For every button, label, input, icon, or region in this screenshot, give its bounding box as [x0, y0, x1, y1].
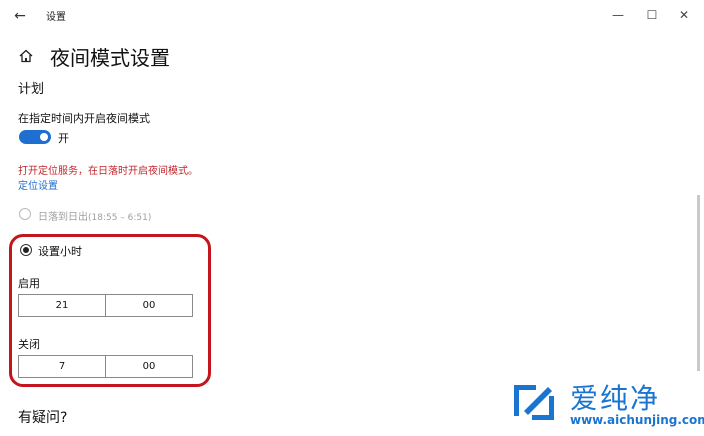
help-title: 有疑问? — [18, 410, 68, 426]
maximize-button[interactable]: ☐ — [638, 4, 666, 26]
radio-set-hours[interactable] — [20, 244, 32, 256]
start-time-picker[interactable]: 21 00 — [18, 294, 193, 317]
home-icon[interactable] — [18, 48, 34, 64]
watermark: 爱纯净 www.aichunjing.com — [492, 371, 704, 436]
minimize-button[interactable]: — — [604, 4, 632, 26]
section-title-schedule: 计划 — [18, 82, 45, 97]
toggle-knob — [40, 133, 48, 141]
title-bar: ← 设置 — ☐ ✕ — [0, 0, 704, 32]
end-minute[interactable]: 00 — [105, 356, 192, 377]
watermark-url: www.aichunjing.com — [570, 413, 704, 427]
watermark-text: 爱纯净 — [570, 382, 661, 415]
radio-set-hours-label: 设置小时 — [38, 245, 82, 258]
start-minute[interactable]: 00 — [105, 295, 192, 316]
back-arrow-icon[interactable]: ← — [10, 6, 30, 26]
toggle-label: 在指定时间内开启夜间模式 — [18, 112, 150, 125]
schedule-toggle[interactable] — [19, 130, 51, 144]
location-warning: 打开定位服务，在日落时开启夜间模式。 — [18, 166, 198, 177]
toggle-state: 开 — [58, 132, 69, 145]
window-title: 设置 — [46, 12, 66, 23]
start-hour[interactable]: 21 — [19, 295, 105, 316]
radio-selected-dot — [23, 247, 29, 253]
watermark-logo-icon — [514, 385, 554, 420]
scrollbar[interactable] — [697, 195, 700, 375]
end-time-label: 关闭 — [18, 338, 40, 351]
close-button[interactable]: ✕ — [670, 4, 698, 26]
option-label: 日落到日出 — [38, 212, 88, 223]
end-hour[interactable]: 7 — [19, 356, 105, 377]
radio-sunset-sunrise-label: 日落到日出(18:55 – 6:51) — [38, 208, 151, 223]
start-time-label: 启用 — [18, 277, 40, 290]
radio-sunset-sunrise[interactable] — [19, 208, 31, 220]
page-title: 夜间模式设置 — [50, 46, 170, 70]
location-settings-link[interactable]: 定位设置 — [18, 177, 58, 192]
end-time-picker[interactable]: 7 00 — [18, 355, 193, 378]
option-detail: (18:55 – 6:51) — [88, 213, 152, 223]
